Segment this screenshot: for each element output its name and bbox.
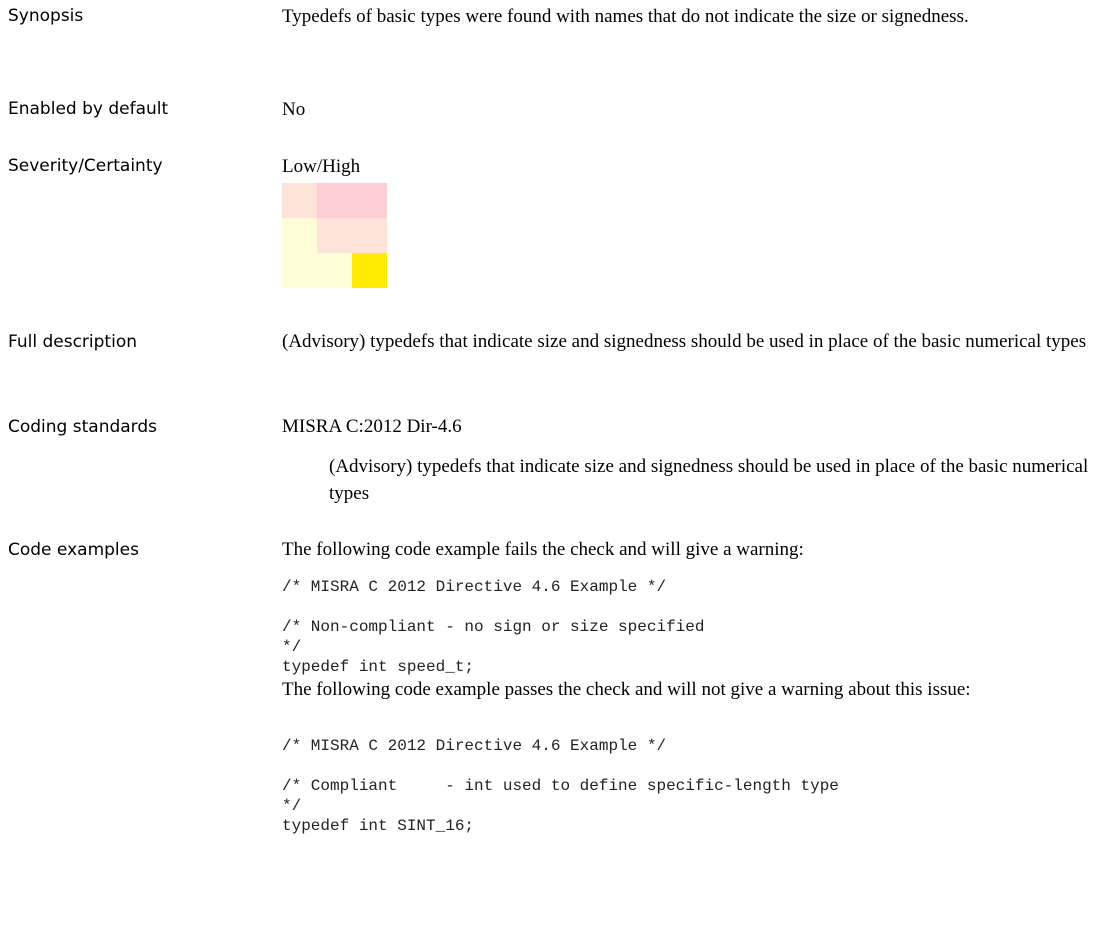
full-description-label: Full description — [8, 332, 137, 352]
coding-standard-id: MISRA C:2012 Dir-4.6 — [282, 416, 462, 437]
severity-label: Severity/Certainty — [8, 156, 163, 176]
coding-standard-description: (Advisory) typedefs that indicate size a… — [329, 456, 1089, 504]
matrix-cell — [317, 183, 352, 218]
matrix-cell — [317, 253, 352, 288]
severity-value: Low/High — [282, 156, 361, 177]
matrix-cell — [282, 183, 317, 218]
matrix-cell — [317, 218, 352, 253]
synopsis-text: Typedefs of basic types were found with … — [282, 6, 969, 27]
enabled-value: No — [282, 99, 306, 120]
fail-code-block: /* MISRA C 2012 Directive 4.6 Example */… — [282, 578, 705, 676]
fail-example-intro: The following code example fails the che… — [282, 539, 804, 560]
matrix-cell — [282, 253, 317, 288]
severity-certainty-matrix — [282, 183, 387, 288]
matrix-cell — [352, 253, 387, 288]
matrix-cell — [352, 183, 387, 218]
full-description-text: (Advisory) typedefs that indicate size a… — [282, 331, 1087, 352]
matrix-cell — [352, 218, 387, 253]
coding-standards-label: Coding standards — [8, 417, 158, 437]
pass-example-intro: The following code example passes the ch… — [282, 679, 971, 700]
enabled-label: Enabled by default — [8, 99, 169, 119]
pass-code-block: /* MISRA C 2012 Directive 4.6 Example */… — [282, 737, 839, 835]
synopsis-label: Synopsis — [8, 6, 84, 26]
matrix-cell — [282, 218, 317, 253]
code-examples-label: Code examples — [8, 540, 139, 560]
